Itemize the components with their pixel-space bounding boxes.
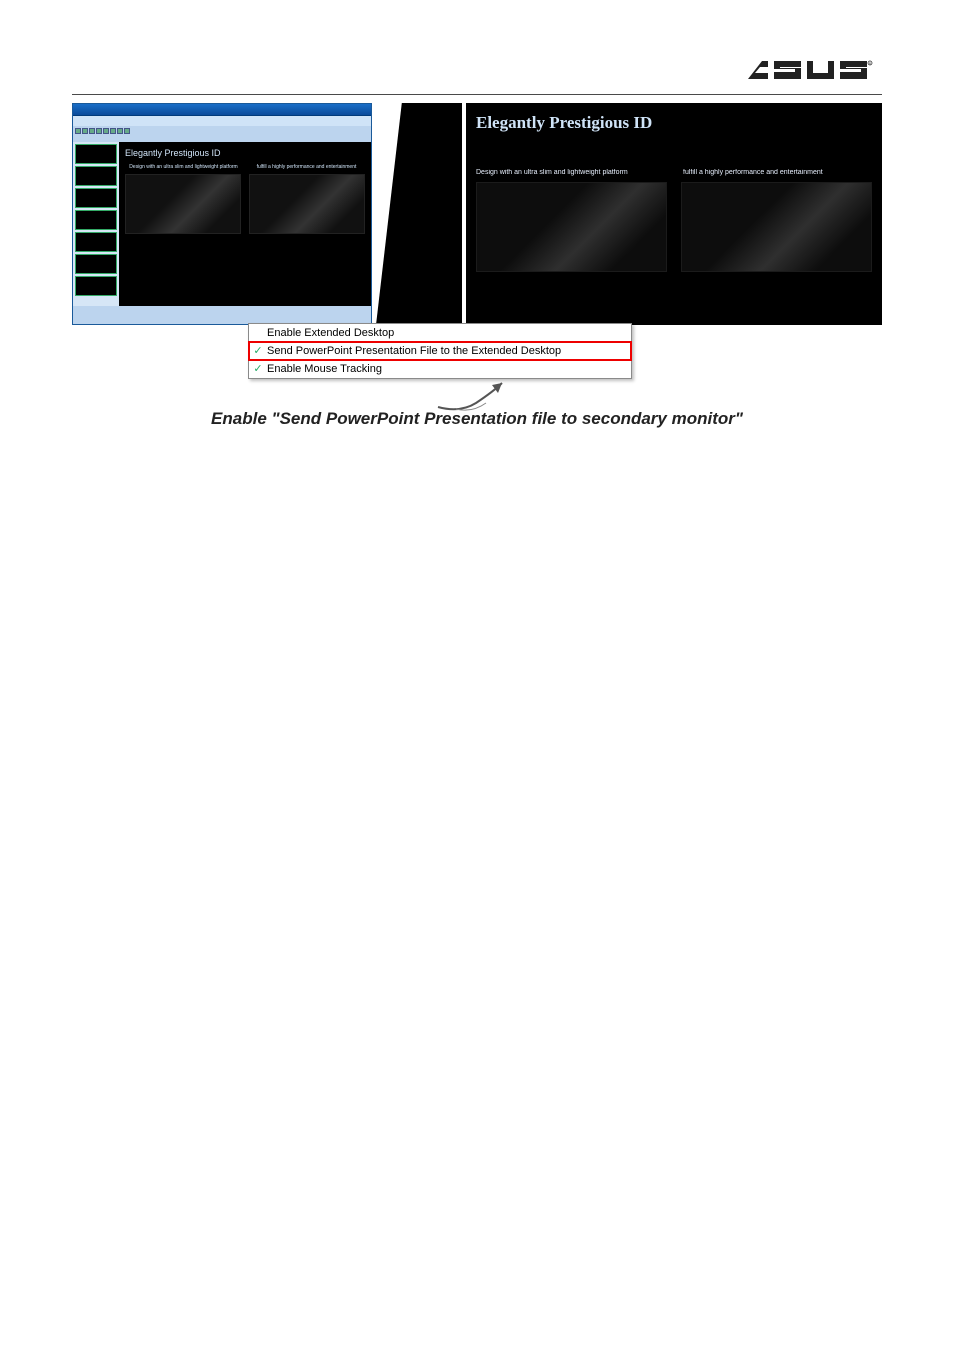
slide-thumbnail-panel: [73, 142, 119, 306]
context-menu-item-enable-mouse-tracking[interactable]: ✓ Enable Mouse Tracking: [249, 360, 631, 378]
figure-row: Elegantly Prestigious ID Design with an …: [72, 103, 882, 325]
slide-subcaptions: Design with an ultra slim and lightweigh…: [125, 164, 365, 170]
slide-title: Elegantly Prestigious ID: [125, 148, 365, 158]
context-menu-item-label: Enable Mouse Tracking: [267, 363, 382, 375]
context-menu-item-enable-extended-desktop[interactable]: Enable Extended Desktop: [249, 324, 631, 342]
check-icon: ✓: [253, 346, 263, 357]
toolbar-icon: [103, 128, 109, 134]
context-menu-item-label: Enable Extended Desktop: [267, 327, 394, 339]
powerpoint-statusbar: [73, 306, 371, 324]
extended-desktop-preview: Elegantly Prestigious ID Design with an …: [466, 103, 882, 325]
slide-editor: Elegantly Prestigious ID Design with an …: [119, 142, 371, 306]
powerpoint-body: Elegantly Prestigious ID Design with an …: [73, 142, 371, 306]
slide-caption-right: fulfill a highly performance and enterta…: [248, 164, 365, 170]
window-menubar: [73, 116, 371, 126]
slide-image-row: [125, 174, 365, 234]
pointer-flourish-icon: [72, 373, 882, 415]
document-page: R: [0, 0, 954, 1350]
toolbar-icon: [110, 128, 116, 134]
window-titlebar: [73, 104, 371, 116]
context-menu-item-label: Send PowerPoint Presentation File to the…: [267, 345, 561, 357]
toolbar-icon: [124, 128, 130, 134]
extended-image: [681, 182, 872, 272]
slide-thumbnail: [75, 144, 117, 164]
header-row: R: [72, 56, 882, 88]
slide-thumbnail: [75, 188, 117, 208]
toolbar-icon: [96, 128, 102, 134]
slide-image: [249, 174, 365, 234]
extended-caption-right: fulfill a highly performance and enterta…: [683, 169, 872, 176]
extended-caption-left: Design with an ultra slim and lightweigh…: [476, 169, 665, 176]
toolbar-icon: [89, 128, 95, 134]
context-menu[interactable]: Enable Extended Desktop ✓ Send PowerPoin…: [248, 323, 632, 379]
slide-image: [125, 174, 241, 234]
diagonal-divider: [376, 103, 462, 325]
slide-caption-left: Design with an ultra slim and lightweigh…: [125, 164, 242, 170]
header-separator: [72, 94, 882, 95]
extended-title: Elegantly Prestigious ID: [476, 113, 872, 133]
slide-thumbnail: [75, 276, 117, 296]
asus-logo: R: [744, 56, 874, 88]
slide-thumbnail: [75, 232, 117, 252]
powerpoint-primary-window: Elegantly Prestigious ID Design with an …: [72, 103, 372, 325]
check-icon: ✓: [253, 364, 263, 375]
window-toolbar: [73, 126, 371, 142]
toolbar-icon: [82, 128, 88, 134]
extended-image: [476, 182, 667, 272]
toolbar-icon: [117, 128, 123, 134]
slide-thumbnail: [75, 166, 117, 186]
slide-thumbnail: [75, 254, 117, 274]
toolbar-icon: [75, 128, 81, 134]
extended-caption-row: Design with an ultra slim and lightweigh…: [476, 169, 872, 176]
slide-thumbnail: [75, 210, 117, 230]
extended-image-row: [476, 182, 872, 272]
context-menu-item-send-powerpoint[interactable]: ✓ Send PowerPoint Presentation File to t…: [249, 342, 631, 360]
